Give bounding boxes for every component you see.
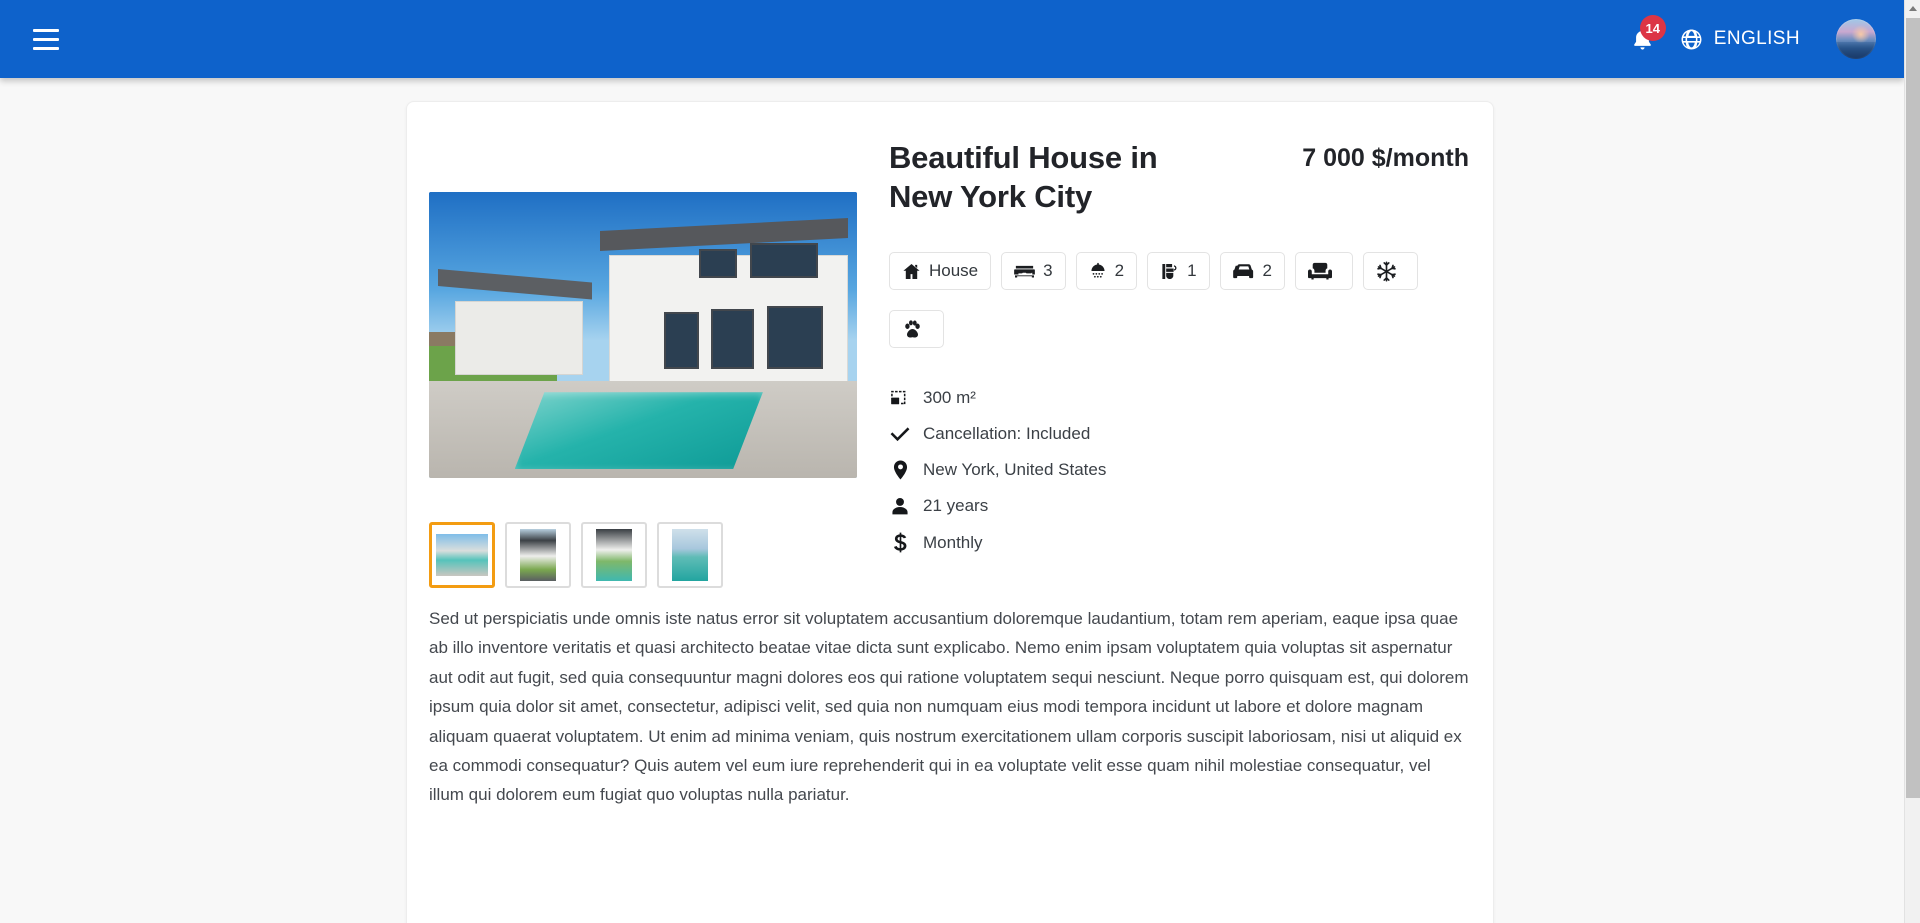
detail-payment-frequency: Monthly [889, 532, 1469, 553]
listing-description: Sed ut perspiciatis unde omnis iste natu… [429, 609, 1469, 805]
detail-area: 300 m² [889, 388, 1469, 408]
sofa-icon [1308, 262, 1333, 280]
notifications-button[interactable]: 14 [1620, 15, 1666, 62]
chip-label: 1 [1187, 261, 1197, 281]
detail-text: 21 years [923, 496, 989, 516]
language-label: ENGLISH [1713, 28, 1800, 49]
hamburger-bar [33, 37, 59, 41]
thumbnail-image [436, 534, 488, 576]
photo-gallery [429, 134, 881, 588]
toilet-icon [1162, 263, 1177, 279]
listing-info: Beautiful House in New York City 7 000 $… [881, 134, 1469, 588]
chip-parking[interactable]: 2 [1219, 252, 1286, 291]
thumbnail-image [596, 529, 632, 581]
thumbnail-4[interactable] [657, 522, 723, 588]
paw-icon [905, 319, 920, 338]
detail-text: Monthly [923, 532, 983, 552]
page-body: Beautiful House in New York City 7 000 $… [0, 78, 1904, 923]
page-scrollbar[interactable] [1904, 0, 1920, 923]
detail-age: 21 years [889, 496, 1469, 516]
thumbnail-strip [429, 522, 881, 588]
photo-window [664, 312, 699, 370]
area-icon [889, 390, 911, 407]
app-root: 14 ENGLISH Beautiful House in New York C… [0, 0, 1920, 923]
chip-pets-allowed[interactable] [889, 310, 944, 349]
bed-icon [1014, 265, 1036, 278]
chip-toilets[interactable]: 1 [1147, 252, 1210, 291]
hamburger-bar [33, 28, 59, 32]
main-photo[interactable] [429, 192, 857, 478]
scroll-up-arrow-icon[interactable] [1905, 0, 1920, 17]
photo-pool [514, 392, 763, 470]
thumbnail-image [672, 529, 708, 581]
scrollbar-thumb[interactable] [1906, 18, 1920, 798]
photo-window [767, 306, 823, 370]
photo-window [698, 249, 738, 278]
photo-window [750, 243, 819, 278]
notification-badge-count: 14 [1639, 15, 1666, 41]
listing-price: 7 000 $/month [1302, 144, 1469, 172]
top-navigation-bar: 14 ENGLISH [0, 0, 1904, 78]
listing-title: Beautiful House in New York City [889, 140, 1158, 215]
detail-text: Cancellation: Included [923, 424, 1091, 444]
listing-detail-card: Beautiful House in New York City 7 000 $… [406, 101, 1494, 923]
detail-text: New York, United States [923, 460, 1107, 480]
header-actions: 14 ENGLISH [1620, 15, 1876, 62]
detail-text: 300 m² [923, 388, 976, 408]
thumbnail-1[interactable] [429, 522, 495, 588]
photo-carport [454, 300, 584, 376]
hamburger-bar [33, 46, 59, 50]
chip-label: 3 [1043, 261, 1053, 281]
home-icon [903, 263, 920, 279]
person-icon [889, 497, 911, 516]
thumbnail-image [520, 529, 556, 581]
chip-property-type[interactable]: House [889, 252, 992, 291]
shower-icon [1091, 262, 1105, 278]
detail-cancellation: Cancellation: Included [889, 424, 1469, 444]
car-icon [1232, 263, 1253, 278]
globe-icon [1681, 29, 1702, 49]
chip-label: 2 [1114, 261, 1125, 281]
chip-air-conditioning[interactable] [1363, 252, 1419, 291]
check-icon [889, 426, 911, 442]
chip-furnished[interactable] [1295, 252, 1354, 291]
hamburger-menu-icon[interactable] [26, 19, 66, 59]
amenity-chips: House 3 2 1 2 [889, 252, 1469, 349]
dollar-icon [889, 532, 911, 553]
chip-bathrooms[interactable]: 2 [1075, 252, 1138, 291]
thumbnail-2[interactable] [505, 522, 571, 588]
chip-label: 2 [1262, 261, 1273, 281]
language-selector[interactable]: ENGLISH [1680, 28, 1800, 51]
thumbnail-3[interactable] [581, 522, 647, 588]
detail-location: New York, United States [889, 460, 1469, 480]
title-row: Beautiful House in New York City 7 000 $… [889, 138, 1469, 216]
listing-top-section: Beautiful House in New York City 7 000 $… [407, 102, 1493, 588]
map-pin-icon [889, 460, 911, 480]
photo-window [711, 309, 755, 370]
chip-label: House [929, 261, 979, 281]
listing-details-list: 300 m² Cancellation: Included New York, … [889, 388, 1469, 553]
user-avatar[interactable] [1836, 19, 1876, 59]
chip-bedrooms[interactable]: 3 [1001, 252, 1066, 291]
snowflake-icon [1377, 261, 1396, 282]
